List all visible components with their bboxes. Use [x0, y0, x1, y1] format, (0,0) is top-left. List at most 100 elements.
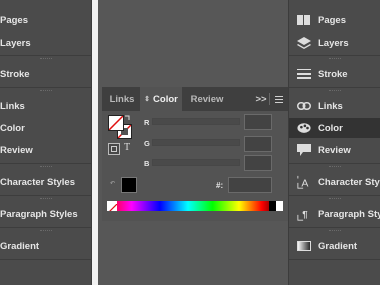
drag-grip[interactable]	[39, 166, 52, 169]
slider-label-g: G	[144, 139, 150, 148]
drag-grip[interactable]	[39, 230, 52, 233]
tab-review[interactable]: Review	[184, 87, 230, 111]
value-field-g[interactable]	[244, 136, 272, 152]
panel-item-label: Color	[0, 122, 25, 134]
divider	[289, 227, 380, 228]
color-spectrum-ramp[interactable]	[107, 201, 283, 211]
none-swatch[interactable]	[107, 201, 117, 211]
format-container-button[interactable]	[108, 143, 120, 155]
links-icon	[297, 99, 311, 113]
fill-swatch[interactable]	[108, 115, 124, 131]
panel-item-label: Review	[0, 144, 33, 156]
value-field-r[interactable]	[244, 114, 272, 130]
panel-item-label: Layers	[0, 37, 31, 49]
panel-item-label: Stroke	[0, 68, 30, 80]
divider	[289, 87, 380, 88]
svg-text:A: A	[301, 177, 308, 189]
panel-item-gradient[interactable]: Gradient	[289, 236, 380, 256]
panel-item-review[interactable]: Review	[289, 140, 380, 160]
panel-item-stroke[interactable]: Stroke	[289, 64, 380, 84]
tab-color[interactable]: ⇕ Color	[140, 87, 182, 111]
divider	[0, 87, 91, 88]
drag-grip[interactable]	[329, 230, 341, 233]
drag-grip[interactable]	[39, 58, 52, 61]
paragraph-styles-icon: ¶	[297, 207, 311, 221]
panel-item-pages[interactable]: Pages	[289, 10, 380, 30]
panel-item-stroke[interactable]: Stroke	[0, 64, 91, 84]
panel-item-paragraph-styles[interactable]: Paragraph Styles	[0, 204, 91, 224]
slider-track-b[interactable]	[152, 159, 240, 166]
panel-item-label: Review	[318, 144, 351, 156]
drag-grip[interactable]	[329, 58, 341, 61]
reorder-icon: ⇕	[144, 96, 151, 103]
panel-item-character-styles[interactable]: Character Styles	[0, 172, 91, 192]
white-swatch[interactable]	[276, 201, 283, 211]
divider	[0, 195, 91, 196]
value-field-b[interactable]	[244, 155, 272, 171]
none-color-icon	[109, 116, 123, 130]
divider	[289, 259, 380, 260]
small-swap-icon: ↶	[110, 181, 116, 187]
panel-menu-button[interactable]	[272, 87, 286, 111]
drag-grip[interactable]	[39, 90, 52, 93]
divider	[0, 227, 91, 228]
panel-item-label: Layers	[318, 37, 349, 49]
slider-label-b: B	[144, 159, 150, 168]
panel-item-layers[interactable]: Layers	[289, 33, 380, 53]
slider-track-g[interactable]	[152, 139, 240, 146]
panel-item-character-styles[interactable]: A Character Styles	[289, 172, 380, 192]
drag-grip[interactable]	[329, 90, 341, 93]
panel-item-label: Links	[318, 100, 343, 112]
panel-item-links[interactable]: Links	[0, 96, 91, 116]
panel-item-label: Pages	[318, 14, 346, 26]
current-color-swatch[interactable]	[121, 177, 137, 193]
black-swatch[interactable]	[269, 201, 276, 211]
drag-grip[interactable]	[39, 198, 52, 201]
panel-item-color[interactable]: Color	[0, 118, 91, 138]
svg-text:¶: ¶	[302, 210, 308, 221]
review-icon	[297, 143, 311, 157]
color-panel: Links ⇕ Color Review >> T R G B ↶ #:	[102, 87, 288, 221]
divider	[0, 259, 91, 260]
tab-label: Color	[153, 93, 178, 105]
divider	[289, 195, 380, 196]
none-color-icon	[109, 203, 117, 211]
panel-item-label: Stroke	[318, 68, 348, 80]
hex-label: #:	[216, 181, 224, 190]
panel-item-label: Color	[318, 122, 343, 134]
drag-grip[interactable]	[329, 166, 341, 169]
panel-tab-bar: Links ⇕ Color Review >>	[102, 87, 288, 111]
panel-item-color[interactable]: Color	[289, 118, 380, 138]
tab-links[interactable]: Links	[105, 87, 139, 111]
container-icon	[111, 146, 117, 152]
slider-track-r[interactable]	[152, 118, 240, 125]
panel-item-label: Paragraph Styles	[0, 208, 78, 220]
panel-item-pages[interactable]: Pages	[0, 10, 91, 30]
layers-icon	[297, 36, 311, 50]
format-text-button[interactable]: T	[124, 142, 130, 153]
hex-input[interactable]	[228, 177, 272, 193]
panel-item-layers[interactable]: Layers	[0, 33, 91, 53]
gradient-icon	[297, 239, 311, 253]
color-icon	[297, 121, 311, 135]
left-panel-dock: Pages Layers Stroke Links Color Review C…	[0, 0, 92, 285]
panel-overflow-button[interactable]: >>	[254, 87, 268, 111]
drag-grip[interactable]	[329, 198, 341, 201]
divider	[0, 55, 91, 56]
panel-item-label: Gradient	[318, 240, 358, 252]
divider	[289, 163, 380, 164]
tab-label: Links	[109, 93, 135, 105]
panel-item-review[interactable]: Review	[0, 140, 91, 160]
panel-item-label: Paragraph Styles	[318, 208, 380, 220]
panel-item-label: Gradient	[0, 240, 40, 252]
fill-stroke-swatches[interactable]	[108, 115, 132, 139]
hamburger-menu-icon	[275, 95, 283, 103]
panel-item-paragraph-styles[interactable]: ¶ Paragraph Styles	[289, 204, 380, 224]
character-styles-icon: A	[297, 175, 311, 189]
panel-item-label: Links	[0, 100, 25, 112]
panel-item-links[interactable]: Links	[289, 96, 380, 116]
panel-item-gradient[interactable]: Gradient	[0, 236, 91, 256]
stroke-icon	[297, 67, 311, 81]
swap-colors-icon[interactable]	[125, 115, 131, 121]
pages-icon	[297, 13, 311, 27]
